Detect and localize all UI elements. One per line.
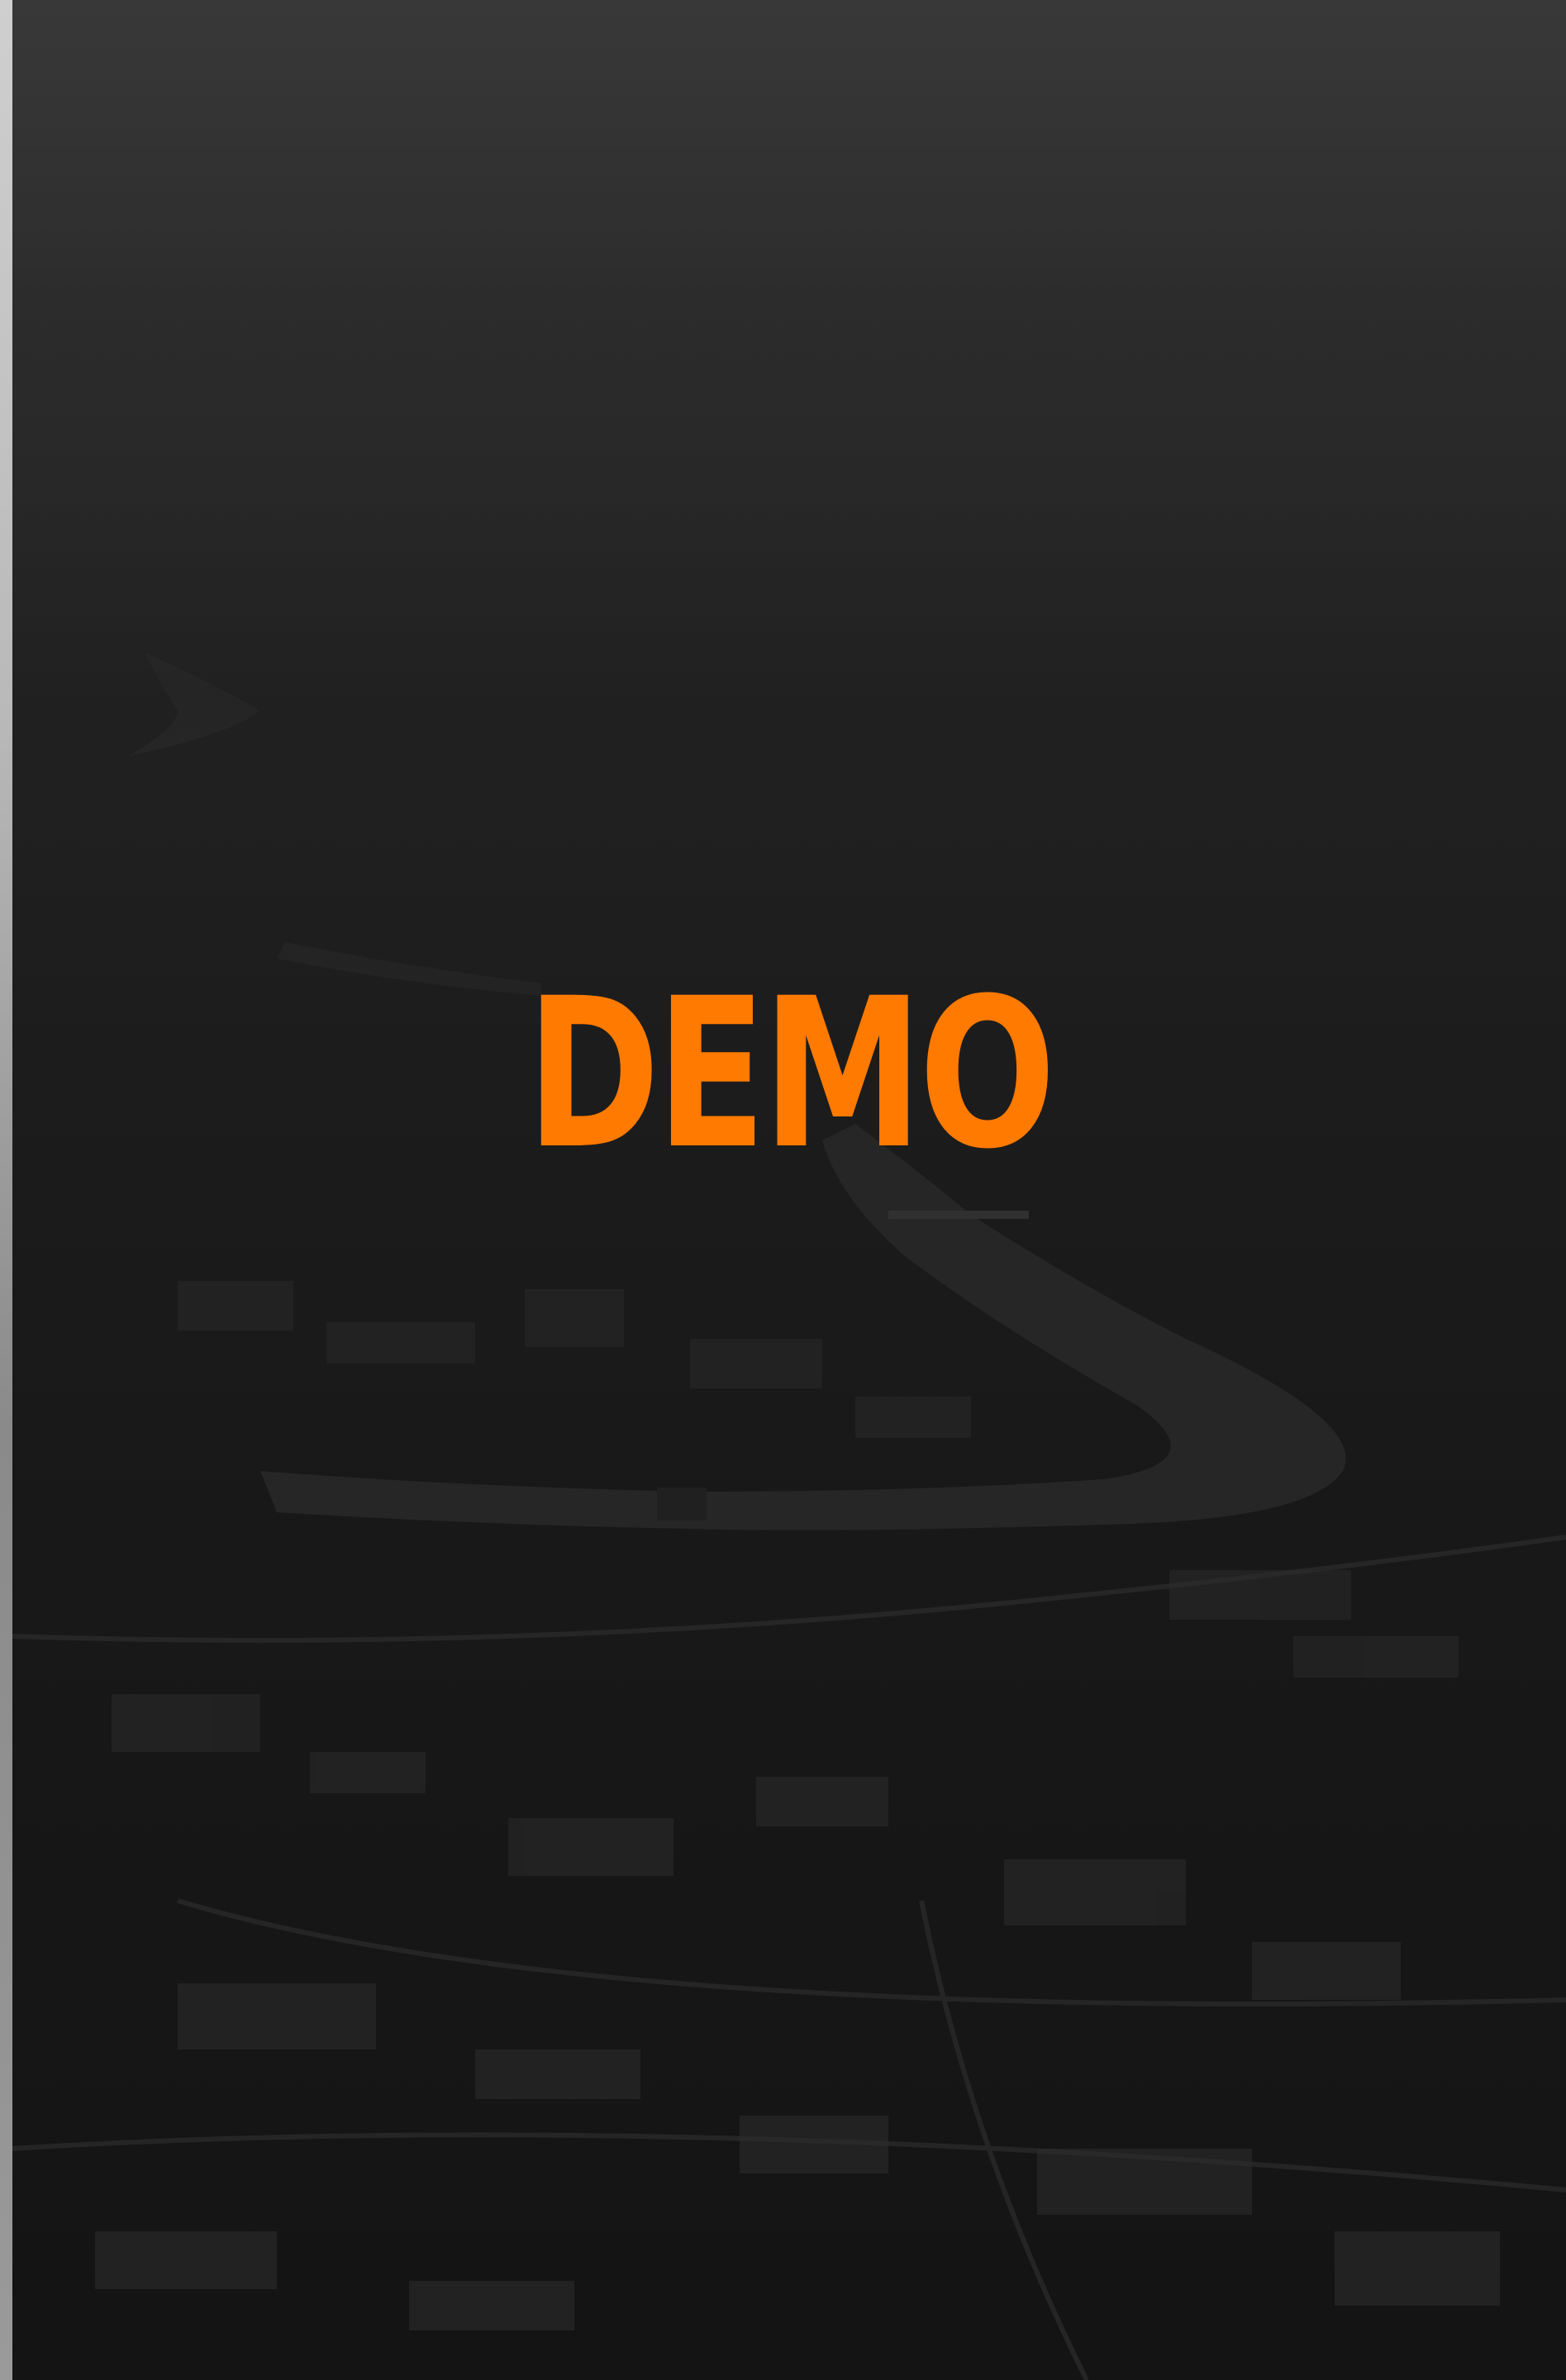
bridge-lower [657, 1488, 707, 1521]
bridge-upper [888, 1211, 1029, 1219]
left-edge-strip [0, 0, 12, 2380]
sky-haze [12, 0, 1566, 992]
page: DEMO [0, 0, 1566, 2380]
hero-title: DEMO [526, 954, 1056, 1194]
hero-section: DEMO [12, 0, 1566, 2380]
